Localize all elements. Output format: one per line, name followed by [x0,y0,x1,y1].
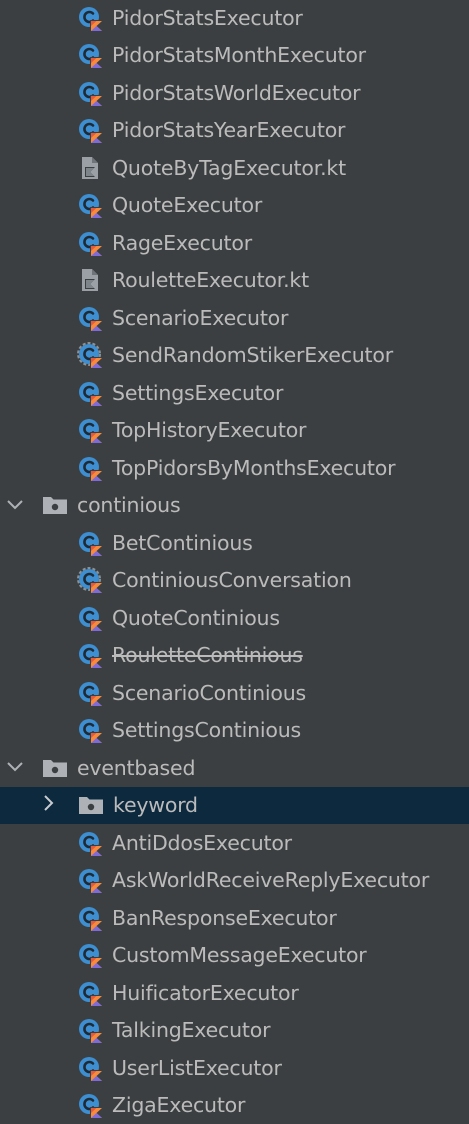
tree-item[interactable]: HuificatorExecutor [0,974,469,1012]
kotlin-class-icon [77,716,112,744]
tree-item[interactable]: TalkingExecutor [0,1012,469,1050]
kotlin-class-icon [77,604,112,632]
tree-item-label: PidorStatsYearExecutor [112,118,345,142]
kotlin-class-icon [77,1016,112,1044]
kotlin-class-icon [77,941,112,969]
kotlin-class-icon [77,679,112,707]
tree-item-label: PidorStatsWorldExecutor [112,81,360,105]
kotlin-class-icon [77,529,112,557]
tree-item-label: ScenarioContinious [112,681,306,705]
tree-item-label: QuoteExecutor [112,193,262,217]
tree-item-label: keyword [113,793,198,817]
folder-icon [77,793,113,817]
tree-item-label: BanResponseExecutor [112,906,337,930]
kotlin-class-icon [77,416,112,444]
kotlin-abstract-class-icon [77,341,112,369]
kotlin-class-icon [77,379,112,407]
kotlin-class-icon [77,979,112,1007]
kotlin-class-icon [77,116,112,144]
kotlin-class-icon [77,304,112,332]
tree-item-label: TalkingExecutor [112,1018,270,1042]
tree-item-label: SettingsContinious [112,718,301,742]
tree-item-label: UserListExecutor [112,1056,282,1080]
tree-item[interactable]: ScenarioContinious [0,674,469,712]
tree-item-label: eventbased [77,756,195,780]
tree-item[interactable]: QuoteByTagExecutor.kt [0,149,469,187]
chevron-right-icon[interactable] [37,794,61,816]
tree-item[interactable]: SettingsContinious [0,712,469,750]
tree-item-label: RageExecutor [112,231,252,255]
tree-item-label: ZigaExecutor [112,1093,245,1117]
tree-folder-keyword[interactable]: keyword [0,787,469,825]
tree-item-label: RouletteExecutor.kt [112,268,309,292]
tree-item[interactable]: SendRandomStikerExecutor [0,337,469,375]
tree-item[interactable]: ContiniousConversation [0,562,469,600]
kotlin-file-icon [77,266,112,294]
kotlin-class-icon [77,829,112,857]
kotlin-class-icon [77,1091,112,1119]
tree-item[interactable]: PidorStatsYearExecutor [0,112,469,150]
kotlin-class-icon [77,1054,112,1082]
chevron-down-icon[interactable] [3,496,27,515]
folder-icon [41,493,77,517]
tree-item[interactable]: TopHistoryExecutor [0,412,469,450]
tree-item-label: AntiDdosExecutor [112,831,292,855]
tree-item[interactable]: ZigaExecutor [0,1087,469,1124]
kotlin-class-icon [77,4,112,32]
tree-item-label: CustomMessageExecutor [112,943,367,967]
tree-item-label: TopHistoryExecutor [112,418,306,442]
tree-item[interactable]: BetContinious [0,524,469,562]
tree-item-label: QuoteContinious [112,606,280,630]
folder-icon [41,756,77,780]
tree-item[interactable]: AskWorldReceiveReplyExecutor [0,862,469,900]
kotlin-class-icon [77,41,112,69]
tree-item[interactable]: SettingsExecutor [0,374,469,412]
tree-item[interactable]: RouletteExecutor.kt [0,262,469,300]
tree-item[interactable]: CustomMessageExecutor [0,937,469,975]
tree-item-label: continious [77,493,180,517]
tree-item[interactable]: PidorStatsMonthExecutor [0,37,469,75]
tree-item-label: TopPidorsByMonthsExecutor [112,456,395,480]
chevron-down-icon[interactable] [3,758,27,777]
project-tree: PidorStatsExecutor PidorStatsMonthExecut… [0,0,469,1122]
kotlin-class-icon [77,79,112,107]
tree-item-label: PidorStatsMonthExecutor [112,43,366,67]
kotlin-class-icon [77,866,112,894]
tree-item[interactable]: PidorStatsExecutor [0,0,469,37]
tree-folder-continious[interactable]: continious [0,487,469,525]
tree-item-label: HuificatorExecutor [112,981,299,1005]
tree-item-label: AskWorldReceiveReplyExecutor [112,868,429,892]
kotlin-class-icon [77,229,112,257]
tree-folder-eventbased[interactable]: eventbased [0,749,469,787]
tree-item-label: SendRandomStikerExecutor [112,343,393,367]
tree-item[interactable]: UserListExecutor [0,1049,469,1087]
kotlin-class-icon [77,904,112,932]
kotlin-file-icon [77,154,112,182]
kotlin-class-icon [77,454,112,482]
tree-item[interactable]: AntiDdosExecutor [0,824,469,862]
tree-item-label: ScenarioExecutor [112,306,288,330]
tree-item-label: BetContinious [112,531,253,555]
tree-item[interactable]: TopPidorsByMonthsExecutor [0,449,469,487]
tree-item[interactable]: PidorStatsWorldExecutor [0,74,469,112]
kotlin-class-icon [77,191,112,219]
tree-item[interactable]: QuoteContinious [0,599,469,637]
tree-item[interactable]: BanResponseExecutor [0,899,469,937]
tree-item[interactable]: QuoteExecutor [0,187,469,225]
tree-item-label: QuoteByTagExecutor.kt [112,156,346,180]
tree-item-label: PidorStatsExecutor [112,6,303,30]
tree-item[interactable]: RouletteContinious [0,637,469,675]
tree-item[interactable]: RageExecutor [0,224,469,262]
kotlin-class-icon [77,641,112,669]
tree-item-label: RouletteContinious [112,643,303,667]
tree-item[interactable]: ScenarioExecutor [0,299,469,337]
kotlin-abstract-class-icon [77,566,112,594]
tree-item-label: ContiniousConversation [112,568,352,592]
tree-item-label: SettingsExecutor [112,381,283,405]
